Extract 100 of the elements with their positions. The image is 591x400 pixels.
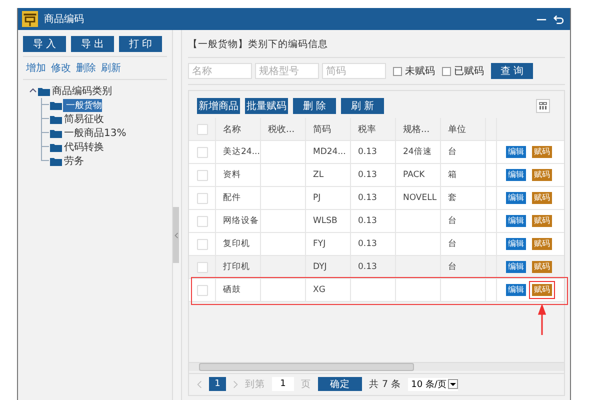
row-checkbox[interactable]: [196, 192, 208, 204]
table-cell: 台: [441, 210, 486, 232]
row-checkbox[interactable]: [196, 170, 208, 180]
select-all-checkbox[interactable]: [196, 124, 208, 134]
toolbar-button[interactable]: 导 入: [23, 36, 66, 52]
edit-button[interactable]: 编辑: [506, 146, 526, 158]
table-cell: 硒鼓: [216, 279, 261, 301]
table-cell: 台: [441, 233, 486, 255]
row-checkbox[interactable]: [196, 262, 208, 272]
total-count: 共 7 条: [369, 378, 402, 390]
table-cell: 复印机: [216, 233, 261, 255]
tree-action-link[interactable]: 修改: [51, 61, 71, 75]
page-unit-label: 页: [301, 378, 311, 390]
table-cell: 美达24...: [216, 141, 261, 163]
table-cell: 0.13: [351, 164, 396, 186]
query-button[interactable]: 查 询: [491, 63, 533, 79]
filter-checkbox[interactable]: [393, 66, 402, 76]
filter-checkbox[interactable]: [442, 66, 451, 76]
table-cell: ZL: [306, 164, 351, 186]
edit-button[interactable]: 编辑: [506, 238, 526, 250]
tree-item[interactable]: 代码转换: [63, 140, 105, 154]
folder-icon: [50, 142, 62, 152]
table-cell: 箱: [441, 164, 486, 186]
search-field[interactable]: 名称: [188, 63, 252, 79]
tree-item[interactable]: 一般货物: [63, 98, 102, 112]
tree-action-link[interactable]: 增加: [26, 61, 46, 75]
edit-button[interactable]: 编辑: [506, 261, 526, 273]
column-header: 名称: [216, 118, 261, 140]
tree-item[interactable]: 一般商品13%: [63, 126, 128, 140]
row-checkbox[interactable]: [196, 146, 208, 158]
search-field[interactable]: 规格型号: [255, 63, 319, 79]
window-title: 商品编码: [44, 12, 84, 26]
back-icon[interactable]: [553, 14, 564, 24]
previous-page-icon[interactable]: [197, 380, 202, 388]
collapse-icon[interactable]: [29, 87, 37, 95]
assign-code-button[interactable]: 赋码: [532, 238, 552, 250]
edit-button[interactable]: 编辑: [506, 284, 526, 296]
toolbar-button[interactable]: 导 出: [71, 36, 114, 52]
page-button[interactable]: 1: [209, 377, 226, 391]
filter-label: 已赋码: [454, 64, 484, 78]
edit-button[interactable]: 编辑: [506, 192, 526, 204]
edit-button[interactable]: 编辑: [506, 169, 526, 181]
horizontal-scrollbar[interactable]: [189, 362, 564, 371]
folder-icon: [50, 156, 62, 166]
table-cell: FYJ: [306, 233, 351, 255]
toolbar-button[interactable]: 刷 新: [341, 98, 384, 114]
table-cell: DYJ: [306, 256, 351, 278]
search-field[interactable]: 简码: [322, 63, 386, 79]
column-header: 税率: [351, 118, 396, 140]
assign-code-button[interactable]: 赋码: [532, 146, 552, 158]
table-cell: 0.13: [351, 210, 396, 232]
tree-item[interactable]: 简易征收: [63, 112, 105, 126]
table-cell: PACK: [396, 164, 441, 186]
row-checkbox[interactable]: [196, 216, 208, 226]
column-header: 税收...: [261, 118, 306, 140]
toolbar-button[interactable]: 打 印: [119, 36, 162, 52]
table-cell: 台: [441, 256, 486, 278]
table-cell: 0.13: [351, 256, 396, 278]
columns-icon[interactable]: [536, 99, 550, 113]
table-cell: 配件: [216, 187, 261, 209]
logo-icon: [22, 11, 38, 27]
tree-item[interactable]: 劳务: [63, 154, 85, 168]
toolbar-button[interactable]: 新增商品: [197, 98, 240, 114]
folder-icon: [38, 86, 50, 96]
chevron-left-icon[interactable]: [174, 232, 178, 238]
assign-code-button[interactable]: 赋码: [532, 169, 552, 181]
table-cell: 0.13: [351, 187, 396, 209]
column-header: 单位: [441, 118, 486, 140]
assign-code-button[interactable]: 赋码: [532, 261, 552, 273]
table-cell: PJ: [306, 187, 351, 209]
next-page-icon[interactable]: [233, 380, 238, 388]
table-cell: 24倍速: [396, 141, 441, 163]
tree-action-link[interactable]: 刷新: [101, 61, 121, 75]
table-cell: 套: [441, 187, 486, 209]
table-cell: NOVELL: [396, 187, 441, 209]
row-checkbox[interactable]: [196, 284, 208, 296]
table-cell: MD24...: [306, 141, 351, 163]
table-cell: 0.13: [351, 141, 396, 163]
assign-code-button[interactable]: 赋码: [532, 192, 552, 204]
table-cell: 资料: [216, 164, 261, 186]
row-checkbox[interactable]: [196, 238, 208, 250]
toolbar-button[interactable]: 批量赋码: [245, 98, 288, 114]
column-header: 规格...: [396, 118, 441, 140]
column-header: 简码: [306, 118, 351, 140]
collapse-handle[interactable]: [173, 207, 179, 263]
section-caption: 【一般货物】类别下的编码信息: [188, 36, 565, 58]
dropdown-caret-icon[interactable]: [448, 379, 458, 389]
table-cell: 台: [441, 141, 486, 163]
table-cell: 网络设备: [216, 210, 261, 232]
edit-button[interactable]: 编辑: [506, 215, 526, 227]
tree-action-link[interactable]: 删除: [76, 61, 96, 75]
table-cell: WLSB: [306, 210, 351, 232]
confirm-button[interactable]: 确定: [318, 377, 362, 391]
toolbar-button[interactable]: 删 除: [293, 98, 336, 114]
assign-code-button[interactable]: 赋码: [532, 215, 552, 227]
page-size-select[interactable]: 10 条/页: [408, 378, 458, 390]
assign-code-button[interactable]: 赋码: [532, 284, 552, 296]
page-number-field[interactable]: 1: [272, 377, 294, 391]
tree-item[interactable]: 商品编码类别: [51, 84, 113, 98]
annotation-arrow-icon: [538, 305, 546, 335]
